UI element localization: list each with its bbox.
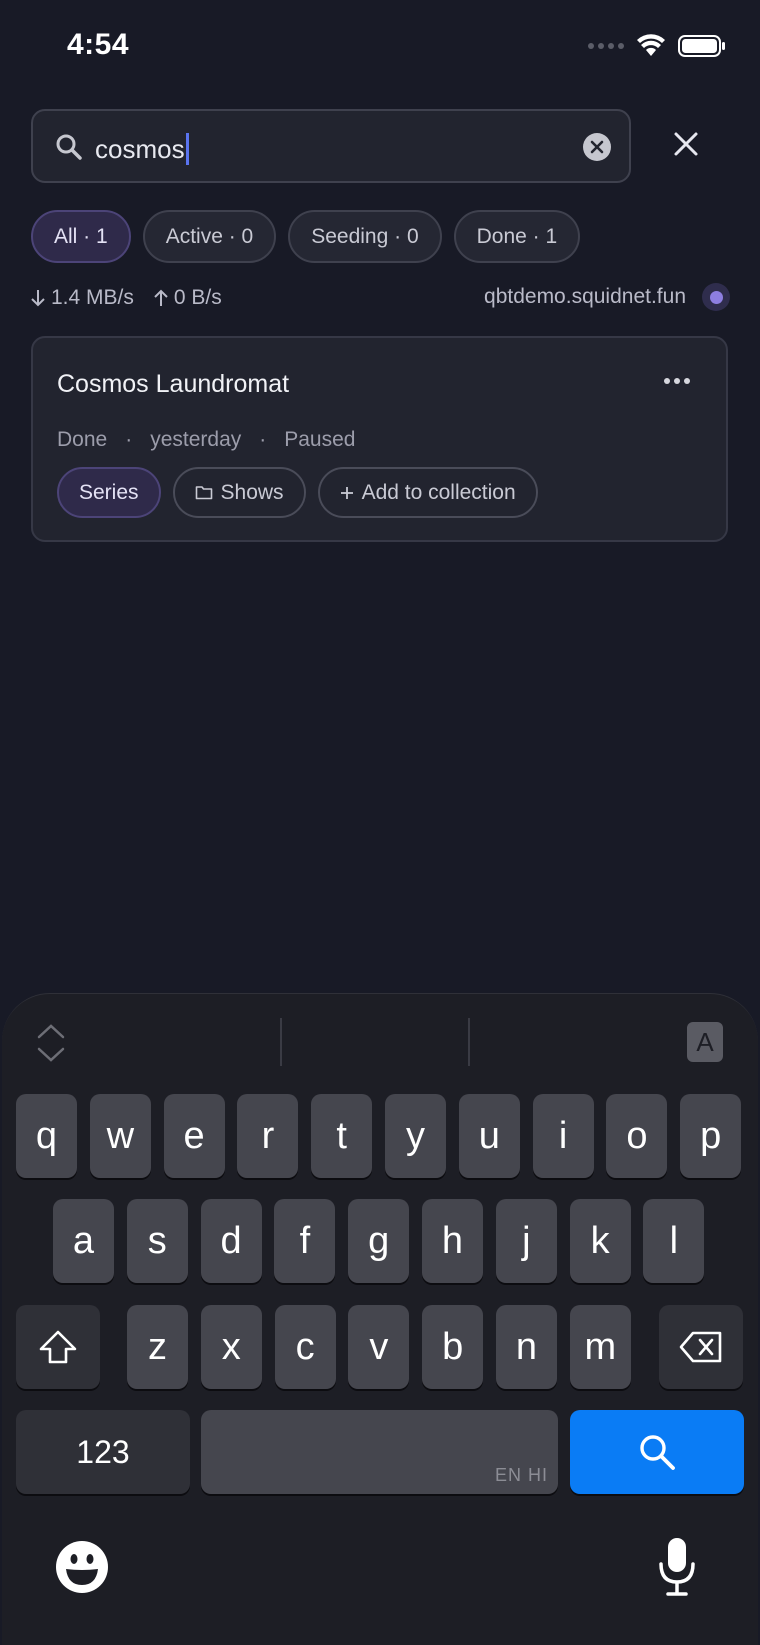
key-p[interactable]: p	[680, 1094, 742, 1178]
more-options-icon[interactable]	[664, 378, 690, 384]
key-m[interactable]: m	[569, 1305, 631, 1389]
filter-chip-all[interactable]: All · 1	[31, 210, 131, 263]
key-a[interactable]: a	[53, 1199, 114, 1283]
torrent-title: Cosmos Laundromat	[57, 370, 290, 398]
transfer-speeds: 1.4 MB/s 0 B/s	[31, 286, 222, 310]
category-tag-series[interactable]: Series	[57, 467, 161, 518]
key-i[interactable]: i	[532, 1094, 594, 1178]
plus-icon	[340, 486, 353, 499]
key-o[interactable]: o	[606, 1094, 668, 1178]
torrent-state: Done	[57, 428, 108, 451]
torrent-status: Paused	[284, 428, 356, 451]
wifi-icon	[637, 34, 665, 56]
download-speed: 1.4 MB/s	[31, 286, 134, 310]
search-query-text: cosmos	[95, 133, 185, 164]
clear-icon	[590, 140, 604, 154]
torrent-time: yesterday	[150, 428, 242, 451]
torrent-card[interactable]: Cosmos Laundromat Done · yesterday · Pau…	[31, 336, 728, 542]
microphone-icon[interactable]	[656, 1536, 698, 1598]
text-format-button[interactable]: A	[687, 1022, 723, 1062]
toolbar-divider	[468, 1018, 470, 1066]
key-c[interactable]: c	[274, 1305, 336, 1389]
key-s[interactable]: s	[126, 1199, 188, 1283]
key-d[interactable]: d	[200, 1199, 262, 1283]
folder-tag-shows[interactable]: Shows	[172, 467, 306, 518]
status-icons	[588, 34, 726, 58]
filter-chips: All · 1 Active · 0 Seeding · 0 Done · 1	[31, 210, 581, 263]
delete-key[interactable]	[659, 1305, 743, 1389]
search-key[interactable]	[570, 1410, 744, 1494]
cellular-signal-icon	[588, 43, 624, 49]
keyboard-toolbar: A	[2, 994, 758, 1084]
tag-label: Add to collection	[361, 480, 516, 504]
filter-chip-active[interactable]: Active · 0	[142, 210, 277, 263]
backspace-icon	[679, 1331, 722, 1363]
key-e[interactable]: e	[163, 1094, 225, 1178]
key-f[interactable]: f	[274, 1199, 336, 1283]
key-l[interactable]: l	[643, 1199, 705, 1283]
emoji-icon[interactable]	[54, 1539, 110, 1595]
text-cursor	[185, 133, 189, 165]
search-icon	[640, 1435, 675, 1470]
key-w[interactable]: w	[89, 1094, 151, 1178]
space-key[interactable]: EN HI	[201, 1410, 558, 1494]
upload-speed: 0 B/s	[154, 286, 222, 310]
add-to-collection-button[interactable]: Add to collection	[317, 467, 538, 518]
status-time: 4:54	[67, 28, 130, 61]
toolbar-divider	[280, 1018, 282, 1066]
battery-icon	[678, 35, 725, 57]
search-icon	[56, 134, 82, 160]
upload-speed-value: 0 B/s	[173, 286, 222, 309]
meta-separator: ·	[259, 428, 267, 451]
key-t[interactable]: t	[311, 1094, 373, 1178]
filter-chip-seeding[interactable]: Seeding · 0	[288, 210, 442, 263]
server-host[interactable]: qbtdemo.squidnet.fun	[484, 283, 730, 311]
chevron-up-down-icon[interactable]	[36, 1022, 66, 1064]
key-k[interactable]: k	[569, 1199, 631, 1283]
key-n[interactable]: n	[496, 1305, 557, 1389]
key-j[interactable]: j	[495, 1199, 557, 1283]
close-icon	[674, 132, 698, 156]
connection-status-icon	[702, 283, 730, 311]
key-y[interactable]: y	[385, 1094, 446, 1178]
torrent-meta: Done · yesterday · Paused	[57, 428, 355, 452]
key-u[interactable]: u	[458, 1094, 520, 1178]
key-q[interactable]: q	[16, 1094, 77, 1178]
shift-icon	[39, 1330, 77, 1364]
tag-label: Series	[79, 480, 139, 504]
meta-separator: ·	[125, 428, 133, 451]
key-h[interactable]: h	[422, 1199, 483, 1283]
filter-chip-done[interactable]: Done · 1	[453, 210, 581, 263]
key-z[interactable]: z	[127, 1305, 188, 1389]
download-speed-value: 1.4 MB/s	[51, 286, 134, 309]
keyboard-language-label: EN HI	[494, 1465, 548, 1485]
shift-key[interactable]	[16, 1305, 100, 1389]
clear-search-button[interactable]	[583, 133, 611, 161]
close-search-button[interactable]	[668, 126, 704, 162]
server-host-label: qbtdemo.squidnet.fun	[484, 285, 686, 308]
arrow-down-icon	[31, 290, 45, 307]
key-v[interactable]: v	[348, 1305, 410, 1389]
key-b[interactable]: b	[422, 1305, 484, 1389]
torrent-tags: Series Shows Add to collection	[57, 467, 538, 518]
folder-icon	[195, 486, 212, 500]
search-query: cosmos	[95, 133, 189, 165]
key-g[interactable]: g	[348, 1199, 410, 1283]
numbers-key[interactable]: 123	[16, 1410, 190, 1494]
tag-label: Shows	[220, 480, 284, 504]
search-input[interactable]: cosmos	[31, 109, 631, 183]
key-x[interactable]: x	[200, 1305, 262, 1389]
key-r[interactable]: r	[237, 1094, 299, 1178]
arrow-up-icon	[154, 289, 168, 306]
